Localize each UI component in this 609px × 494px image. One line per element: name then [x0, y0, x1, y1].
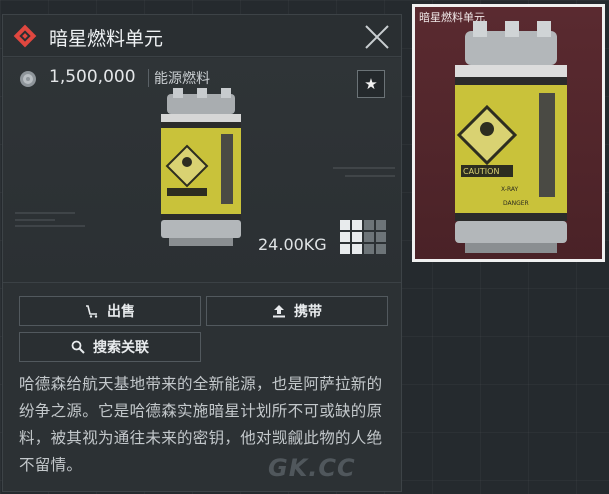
divider	[148, 69, 149, 87]
item-weight: 24.00KG	[258, 235, 327, 254]
coin-icon	[20, 71, 36, 87]
search-related-button[interactable]: 搜索关联	[19, 332, 201, 362]
diamond-icon	[13, 24, 37, 48]
star-icon: ★	[364, 75, 378, 93]
item-category: 能源燃料	[154, 71, 210, 87]
search-label: 搜索关联	[93, 340, 149, 356]
sell-icon	[86, 305, 98, 318]
item-thumbnail-card[interactable]: 暗星燃料单元 CAUTION X-RAY DANGER	[412, 4, 605, 262]
search-icon	[71, 340, 85, 354]
upload-icon	[273, 305, 285, 318]
sell-label: 出售	[107, 304, 135, 320]
favorite-button[interactable]: ★	[357, 70, 385, 98]
item-price: 1,500,000	[49, 67, 136, 87]
sell-button[interactable]: 出售	[19, 296, 201, 326]
fuel-canister-thumbnail: CAUTION X-RAY DANGER	[455, 21, 567, 253]
close-icon[interactable]	[363, 23, 391, 51]
carry-button[interactable]: 携带	[206, 296, 388, 326]
item-preview: 1,500,000 能源燃料 ★ 24.00KG	[3, 58, 401, 283]
caution-text: CAUTION	[463, 167, 499, 176]
watermark: GK.CC	[268, 454, 356, 482]
panel-header: 暗星燃料单元	[3, 15, 401, 57]
fuel-canister-image	[161, 88, 241, 246]
item-detail-panel: 暗星燃料单元 1,500,000 能源燃料 ★ 24.00KG 出售 携带 搜索…	[2, 14, 402, 492]
item-title: 暗星燃料单元	[49, 28, 164, 50]
xray-text: X-RAY	[501, 186, 519, 193]
grid-icon	[340, 220, 386, 254]
carry-label: 携带	[294, 304, 322, 320]
danger-text: DANGER	[503, 200, 529, 207]
